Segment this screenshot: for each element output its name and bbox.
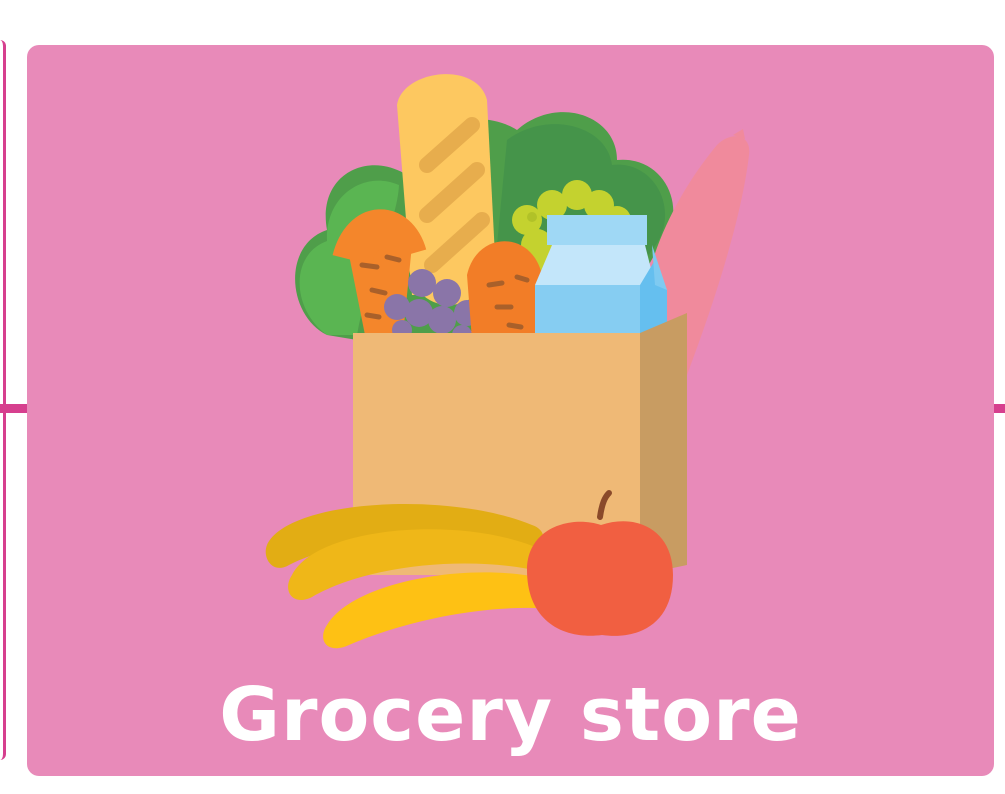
grocery-bag-illustration — [265, 74, 750, 649]
grocery-store-card[interactable]: Grocery store — [27, 45, 994, 776]
card-title: Grocery store — [219, 672, 802, 758]
connector-line-left — [0, 404, 30, 413]
connector-line-left-vertical — [0, 40, 6, 760]
carrot-icon — [467, 241, 542, 340]
grocery-page: Grocery store — [0, 0, 1005, 794]
